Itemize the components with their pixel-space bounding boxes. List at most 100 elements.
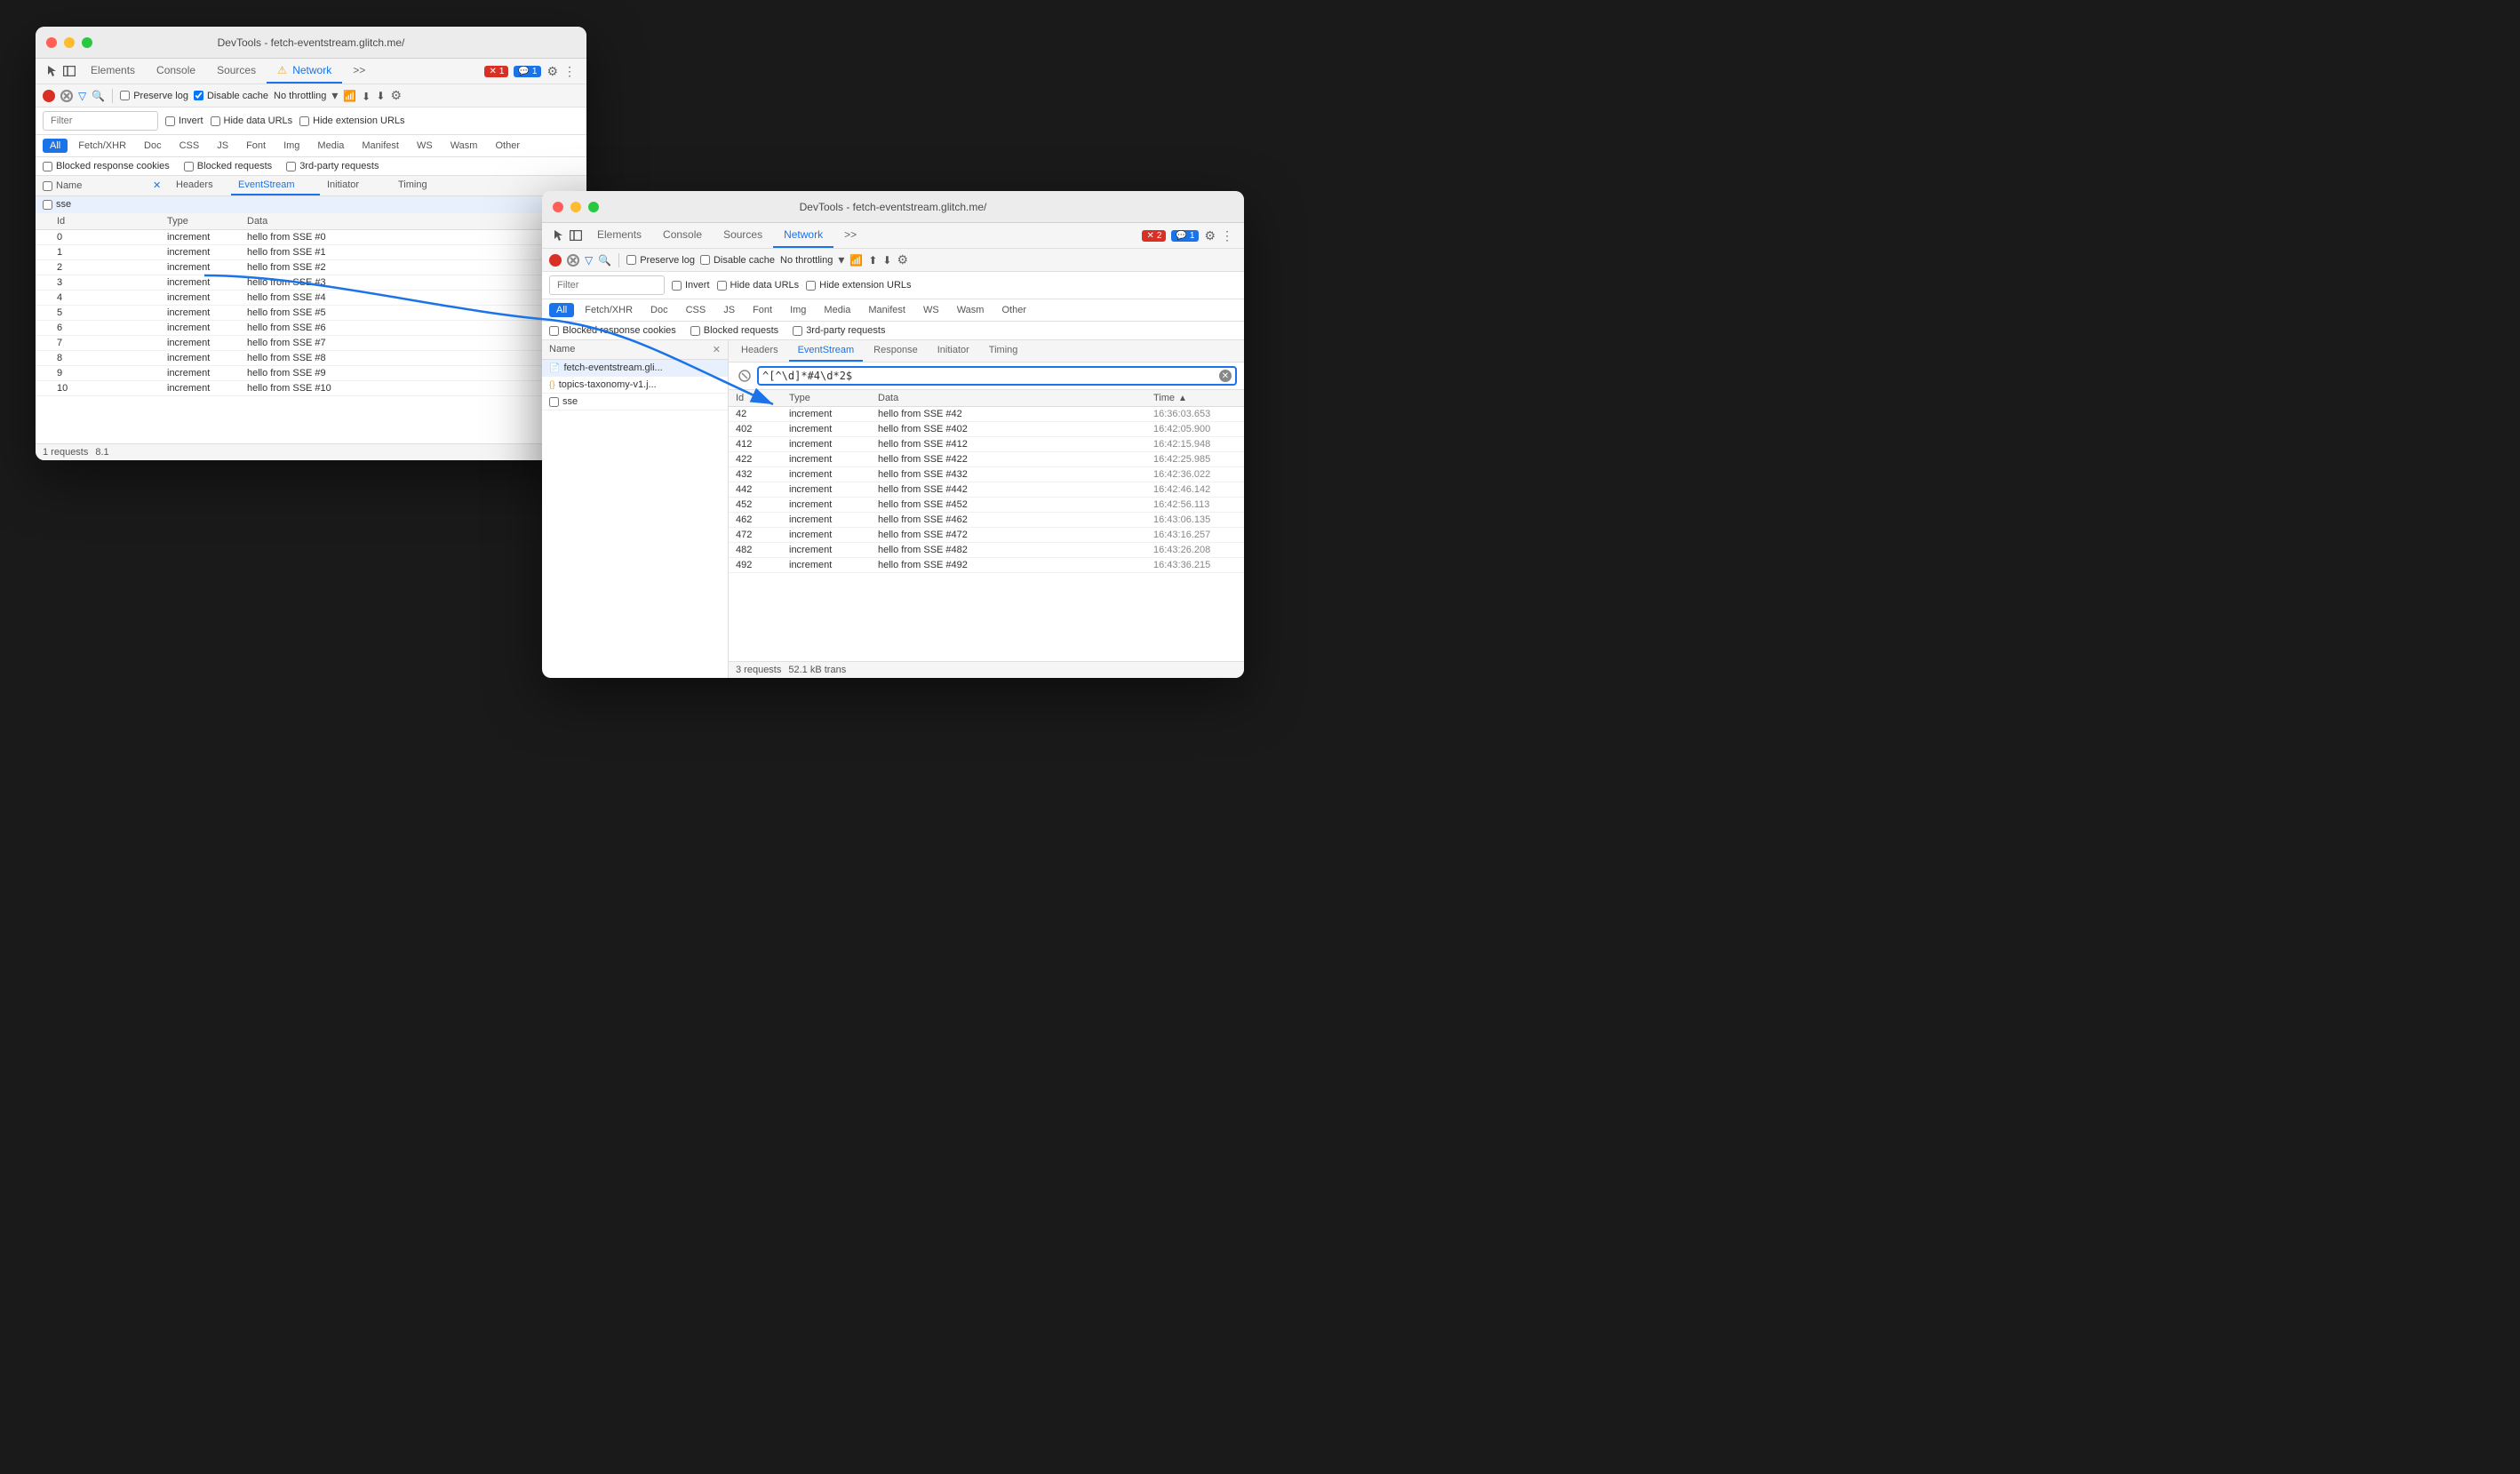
invert-checkbox-2[interactable]: Invert xyxy=(672,280,710,291)
event-row[interactable]: 3 increment hello from SSE #3 16:3 xyxy=(36,275,586,291)
upload-icon-2[interactable]: ⬆ xyxy=(868,254,877,267)
maximize-button-2[interactable] xyxy=(588,202,599,212)
panel-tab-headers[interactable]: Headers xyxy=(732,340,787,362)
third-party-1[interactable]: 3rd-party requests xyxy=(286,161,379,171)
preserve-log-checkbox-1[interactable]: Preserve log xyxy=(120,91,188,101)
settings-icon-1[interactable]: ⚙ xyxy=(546,64,558,79)
event-row[interactable]: 472 increment hello from SSE #472 16:43:… xyxy=(729,528,1244,543)
tab-more-1[interactable]: >> xyxy=(342,59,376,84)
type-manifest-2[interactable]: Manifest xyxy=(861,303,913,317)
type-js-2[interactable]: JS xyxy=(716,303,742,317)
clear-button-1[interactable] xyxy=(60,90,73,102)
throttling-chevron-2[interactable]: ▾ xyxy=(838,252,844,267)
sort-icon[interactable]: ▲ xyxy=(1178,394,1187,403)
type-other-1[interactable]: Other xyxy=(488,139,527,153)
blocked-requests-1[interactable]: Blocked requests xyxy=(184,161,272,171)
type-js-1[interactable]: JS xyxy=(210,139,235,153)
event-row[interactable]: 442 increment hello from SSE #442 16:42:… xyxy=(729,482,1244,498)
type-manifest-1[interactable]: Manifest xyxy=(355,139,406,153)
filter-input-2[interactable] xyxy=(549,275,665,295)
panel-tab-timing[interactable]: Timing xyxy=(980,340,1027,362)
event-row[interactable]: 2 increment hello from SSE #2 16:3 xyxy=(36,260,586,275)
hide-ext-urls-checkbox-2[interactable]: Hide extension URLs xyxy=(806,280,911,291)
record-button-1[interactable] xyxy=(43,90,55,102)
event-row[interactable]: 42 increment hello from SSE #42 16:36:03… xyxy=(729,407,1244,422)
tab-more-2[interactable]: >> xyxy=(833,223,867,248)
throttling-select-2[interactable]: No throttling xyxy=(780,255,833,266)
type-css-1[interactable]: CSS xyxy=(172,139,207,153)
net-row-topics[interactable]: {} topics-taxonomy-v1.j... xyxy=(542,377,728,394)
third-party-2[interactable]: 3rd-party requests xyxy=(793,325,885,336)
clear-regex-button[interactable]: ✕ xyxy=(1219,370,1232,382)
filter-icon-1[interactable]: ▽ xyxy=(78,90,86,102)
event-row[interactable]: 4 increment hello from SSE #4 16:3 xyxy=(36,291,586,306)
col-eventstream-1[interactable]: EventStream xyxy=(231,176,320,195)
record-button-2[interactable] xyxy=(549,254,562,267)
hide-ext-urls-checkbox-1[interactable]: Hide extension URLs xyxy=(299,116,404,126)
type-ws-1[interactable]: WS xyxy=(410,139,440,153)
event-row[interactable]: 412 increment hello from SSE #412 16:42:… xyxy=(729,437,1244,452)
type-fetch-1[interactable]: Fetch/XHR xyxy=(71,139,133,153)
type-all-2[interactable]: All xyxy=(549,303,574,317)
event-row[interactable]: 7 increment hello from SSE #7 16:3 xyxy=(36,336,586,351)
cursor-tool-icon-2[interactable] xyxy=(553,228,567,243)
more-icon-2[interactable]: ⋮ xyxy=(1221,228,1233,243)
event-row[interactable]: 1 increment hello from SSE #1 16:3 xyxy=(36,245,586,260)
net-row-sse[interactable]: sse xyxy=(542,394,728,410)
network-settings-icon-1[interactable]: ⚙ xyxy=(390,88,402,103)
download-icon-1[interactable]: ⬇ xyxy=(376,90,385,102)
event-row[interactable]: 492 increment hello from SSE #492 16:43:… xyxy=(729,558,1244,573)
col-timing-1[interactable]: Timing xyxy=(391,176,444,195)
minimize-button-2[interactable] xyxy=(570,202,581,212)
search-icon-2[interactable]: 🔍 xyxy=(598,254,611,267)
maximize-button-1[interactable] xyxy=(82,37,92,48)
sse-request-row[interactable]: sse xyxy=(36,196,586,213)
event-row[interactable]: 432 increment hello from SSE #432 16:42:… xyxy=(729,467,1244,482)
event-row[interactable]: 402 increment hello from SSE #402 16:42:… xyxy=(729,422,1244,437)
throttling-chevron-1[interactable]: ▾ xyxy=(331,88,338,103)
panel-icon-2[interactable] xyxy=(569,228,583,243)
panel-tab-initiator[interactable]: Initiator xyxy=(929,340,978,362)
tab-console-2[interactable]: Console xyxy=(652,223,713,248)
settings-icon-2[interactable]: ⚙ xyxy=(1204,228,1216,243)
type-ws-2[interactable]: WS xyxy=(916,303,946,317)
event-row[interactable]: 10 increment hello from SSE #10 16:3 xyxy=(36,381,586,396)
filter-input-1[interactable] xyxy=(43,111,158,131)
hide-data-urls-checkbox-2[interactable]: Hide data URLs xyxy=(717,280,800,291)
more-icon-1[interactable]: ⋮ xyxy=(563,64,576,79)
event-row[interactable]: 8 increment hello from SSE #8 16:3 xyxy=(36,351,586,366)
minimize-button-1[interactable] xyxy=(64,37,75,48)
tab-sources-2[interactable]: Sources xyxy=(713,223,773,248)
col-close-1[interactable]: ✕ xyxy=(151,176,169,195)
event-row[interactable]: 462 increment hello from SSE #462 16:43:… xyxy=(729,513,1244,528)
type-fetch-2[interactable]: Fetch/XHR xyxy=(578,303,640,317)
regex-clear-icon[interactable] xyxy=(736,367,754,385)
close-button-1[interactable] xyxy=(46,37,57,48)
tab-elements-2[interactable]: Elements xyxy=(586,223,652,248)
tab-elements-1[interactable]: Elements xyxy=(80,59,146,84)
preserve-log-checkbox-2[interactable]: Preserve log xyxy=(626,255,695,266)
close-button-2[interactable] xyxy=(553,202,563,212)
type-doc-1[interactable]: Doc xyxy=(137,139,169,153)
event-row[interactable]: 422 increment hello from SSE #422 16:42:… xyxy=(729,452,1244,467)
tab-sources-1[interactable]: Sources xyxy=(206,59,267,84)
filter-icon-2[interactable]: ▽ xyxy=(585,254,593,267)
type-font-1[interactable]: Font xyxy=(239,139,273,153)
tab-network-2[interactable]: Network xyxy=(773,223,833,248)
type-other-2[interactable]: Other xyxy=(994,303,1033,317)
type-wasm-1[interactable]: Wasm xyxy=(443,139,485,153)
tab-console-1[interactable]: Console xyxy=(146,59,206,84)
event-row[interactable]: 482 increment hello from SSE #482 16:43:… xyxy=(729,543,1244,558)
net-row-fetch[interactable]: 📄 fetch-eventstream.gli... xyxy=(542,360,728,377)
type-media-2[interactable]: Media xyxy=(817,303,857,317)
event-row[interactable]: 452 increment hello from SSE #452 16:42:… xyxy=(729,498,1244,513)
search-icon-1[interactable]: 🔍 xyxy=(92,90,105,102)
download-icon-2[interactable]: ⬇ xyxy=(882,254,891,267)
cursor-tool-icon[interactable] xyxy=(46,64,60,78)
panel-tab-eventstream[interactable]: EventStream xyxy=(789,340,864,362)
upload-icon-1[interactable]: ⬆ xyxy=(362,90,371,102)
type-wasm-2[interactable]: Wasm xyxy=(950,303,992,317)
type-css-2[interactable]: CSS xyxy=(679,303,714,317)
event-row[interactable]: 6 increment hello from SSE #6 16:3 xyxy=(36,321,586,336)
event-row[interactable]: 0 increment hello from SSE #0 16:3 xyxy=(36,230,586,245)
